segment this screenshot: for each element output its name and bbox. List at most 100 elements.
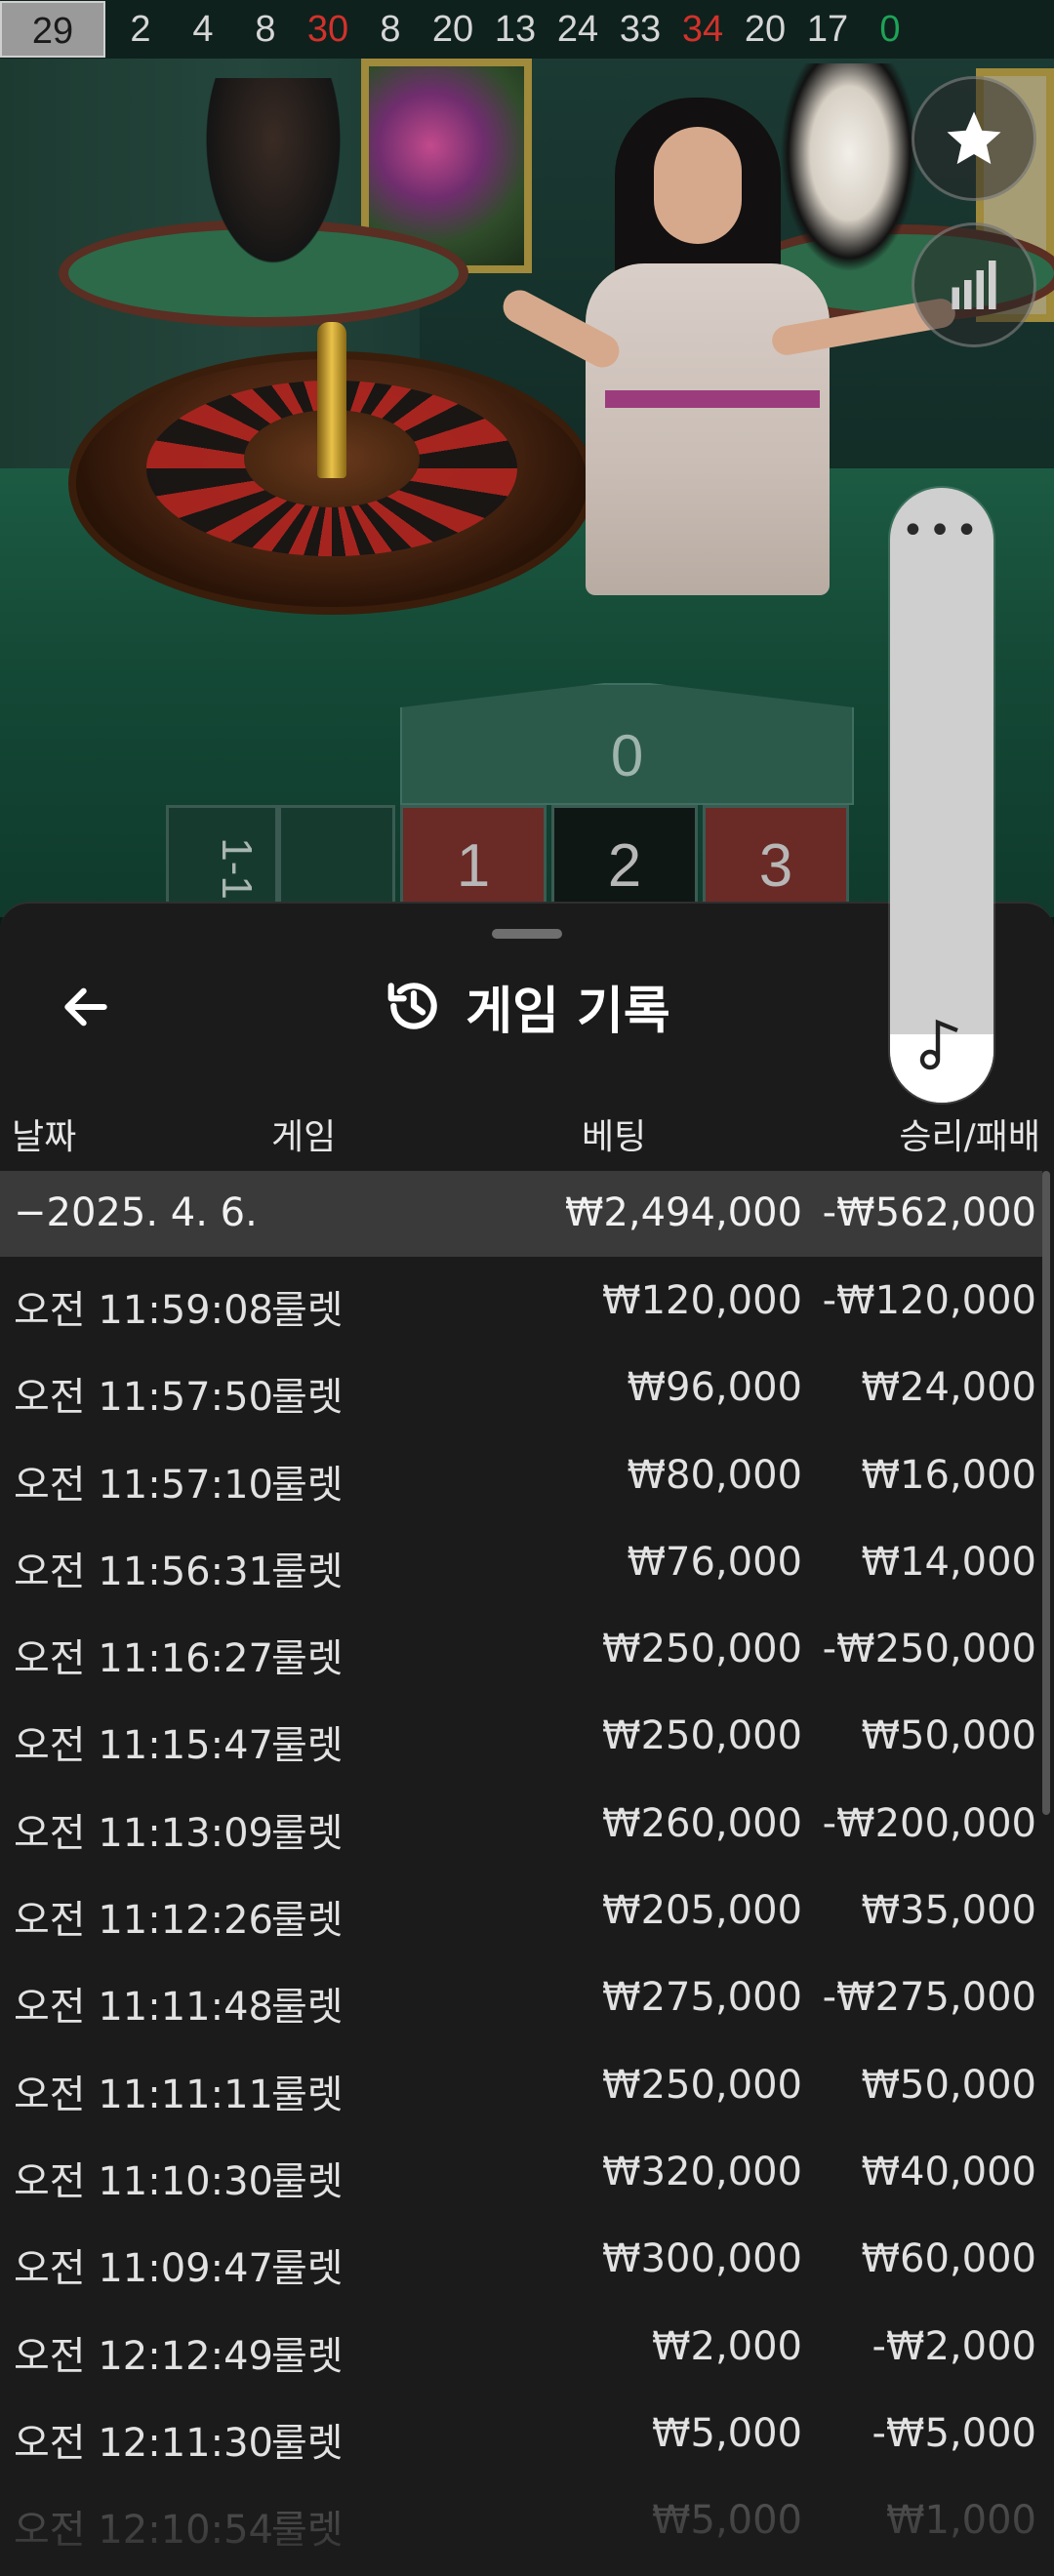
dealer-face bbox=[654, 127, 742, 244]
column-header-bet: 베팅 bbox=[582, 1117, 647, 1157]
column-header-win-loss: 승리/패배 bbox=[899, 1117, 1040, 1157]
history-row-win-loss: ₩24,000 bbox=[861, 1365, 1036, 1411]
music-note-icon bbox=[919, 1019, 958, 1070]
date-group-date: −2025. 4. 6. bbox=[14, 1190, 258, 1235]
history-row-win-loss: -₩2,000 bbox=[872, 2323, 1037, 2369]
history-row[interactable]: 오전 11:13:09 룰렛 ₩260,000 -₩200,000 bbox=[0, 1784, 1042, 1871]
history-row[interactable]: 오전 11:12:26 룰렛 ₩205,000 ₩35,000 bbox=[0, 1871, 1042, 1957]
history-row[interactable]: 오전 12:12:49 룰렛 ₩2,000 -₩2,000 bbox=[0, 2307, 1042, 2394]
date-group-win-loss-total: -₩562,000 bbox=[822, 1190, 1036, 1235]
result-number: 29 bbox=[0, 1, 105, 58]
date-group-row[interactable]: −2025. 4. 6. ₩2,494,000 -₩562,000 bbox=[0, 1171, 1042, 1257]
history-row-game: 룰렛 bbox=[271, 2508, 344, 2554]
history-row-game: 룰렛 bbox=[271, 2072, 344, 2117]
history-scrollbar[interactable] bbox=[1042, 1171, 1050, 1815]
result-number: 8 bbox=[255, 8, 276, 50]
history-row-win-loss: ₩14,000 bbox=[861, 1539, 1036, 1585]
history-row-win-loss: -₩275,000 bbox=[822, 1975, 1036, 2021]
history-row-bet: ₩205,000 bbox=[602, 1888, 802, 1934]
history-row[interactable]: 오전 12:10:54 룰렛 ₩5,000 ₩1,000 bbox=[0, 2480, 1042, 2567]
history-row[interactable]: 오전 11:56:31 룰렛 ₩76,000 ₩14,000 bbox=[0, 1522, 1042, 1609]
history-row-bet: ₩250,000 bbox=[602, 1627, 802, 1672]
history-row-time: 오전 12:12:49 bbox=[14, 2333, 273, 2379]
history-row-bet: ₩250,000 bbox=[602, 2062, 802, 2108]
history-row-win-loss: ₩50,000 bbox=[861, 2062, 1036, 2108]
history-row-game: 룰렛 bbox=[271, 2333, 344, 2379]
favorite-button[interactable] bbox=[912, 76, 1036, 201]
history-row-game: 룰렛 bbox=[271, 2420, 344, 2466]
history-row-win-loss: -₩120,000 bbox=[822, 1278, 1036, 1323]
history-row-game: 룰렛 bbox=[271, 1898, 344, 1944]
history-row-bet: ₩96,000 bbox=[627, 1365, 802, 1411]
history-row-time: 오전 11:11:11 bbox=[14, 2072, 273, 2117]
history-row-game: 룰렛 bbox=[271, 1810, 344, 1856]
history-row-win-loss: ₩60,000 bbox=[861, 2236, 1036, 2282]
history-row-game: 룰렛 bbox=[271, 1985, 344, 2031]
betting-board: 0 1-1 1 2 3 bbox=[166, 644, 859, 917]
history-row-bet: ₩320,000 bbox=[602, 2149, 802, 2194]
history-row-bet: ₩80,000 bbox=[627, 1452, 802, 1498]
history-row-time: 오전 11:15:47 bbox=[14, 1723, 273, 1769]
result-number: 8 bbox=[380, 8, 401, 50]
history-row-game: 룰렛 bbox=[271, 1288, 344, 1333]
history-row-game: 룰렛 bbox=[271, 1723, 344, 1769]
history-row-game: 룰렛 bbox=[271, 1375, 344, 1421]
bet-cell-2[interactable]: 2 bbox=[551, 805, 698, 917]
history-row-win-loss: -₩5,000 bbox=[872, 2410, 1037, 2456]
history-row-game: 룰렛 bbox=[271, 1462, 344, 1508]
history-row[interactable]: 오전 11:11:11 룰렛 ₩250,000 ₩50,000 bbox=[0, 2045, 1042, 2132]
more-dots-icon[interactable]: ••• bbox=[890, 511, 993, 550]
statistics-button[interactable] bbox=[912, 222, 1036, 347]
history-row-game: 룰렛 bbox=[271, 2158, 344, 2204]
history-row[interactable]: 오전 11:59:08 룰렛 ₩120,000 -₩120,000 bbox=[0, 1261, 1042, 1348]
history-row-time: 오전 11:09:47 bbox=[14, 2246, 273, 2292]
result-number: 24 bbox=[556, 8, 599, 50]
history-row-time: 오전 11:10:30 bbox=[14, 2158, 273, 2204]
history-row[interactable]: 오전 11:57:10 룰렛 ₩80,000 ₩16,000 bbox=[0, 1435, 1042, 1522]
history-row[interactable]: 오전 11:16:27 룰렛 ₩250,000 -₩250,000 bbox=[0, 1609, 1042, 1696]
history-row-time: 오전 11:16:27 bbox=[14, 1636, 273, 1682]
result-number: 17 bbox=[806, 8, 849, 50]
history-row-time: 오전 11:57:10 bbox=[14, 1462, 273, 1508]
star-icon bbox=[947, 111, 1001, 165]
result-number: 20 bbox=[431, 8, 474, 50]
history-table-header: 날짜 게임 베팅 승리/패배 bbox=[0, 1099, 1054, 1161]
history-row[interactable]: 오전 11:15:47 룰렛 ₩250,000 ₩50,000 bbox=[0, 1696, 1042, 1783]
history-row-bet: ₩250,000 bbox=[602, 1713, 802, 1759]
history-row[interactable]: 오전 11:10:30 룰렛 ₩320,000 ₩40,000 bbox=[0, 2132, 1042, 2219]
history-row-bet: ₩5,000 bbox=[651, 2410, 802, 2456]
result-number: 0 bbox=[879, 8, 901, 50]
side-menu-panel[interactable]: ••• bbox=[890, 488, 993, 1103]
date-group-bet-total: ₩2,494,000 bbox=[564, 1190, 802, 1235]
sheet-drag-handle[interactable] bbox=[492, 929, 562, 939]
bet-cell-side-area[interactable] bbox=[278, 805, 395, 917]
result-number: 4 bbox=[192, 8, 214, 50]
result-number: 13 bbox=[494, 8, 537, 50]
recent-results-strip: 29 2 4 8 30 8 20 13 24 33 34 20 17 0 bbox=[0, 0, 1054, 59]
column-header-game: 게임 bbox=[271, 1117, 337, 1157]
history-row-time: 오전 11:57:50 bbox=[14, 1375, 273, 1421]
bet-cell-side-label: 1-1 bbox=[212, 837, 261, 900]
history-row[interactable]: 오전 11:09:47 룰렛 ₩300,000 ₩60,000 bbox=[0, 2219, 1042, 2306]
history-row-time: 오전 11:56:31 bbox=[14, 1549, 273, 1594]
column-header-date: 날짜 bbox=[12, 1117, 77, 1157]
history-row[interactable]: 오전 11:57:50 룰렛 ₩96,000 ₩24,000 bbox=[0, 1348, 1042, 1434]
result-number: 30 bbox=[306, 8, 349, 50]
result-number: 20 bbox=[744, 8, 787, 50]
history-row-time: 오전 11:59:08 bbox=[14, 1288, 273, 1333]
history-row-bet: ₩300,000 bbox=[602, 2236, 802, 2282]
bet-cell-zero-label: 0 bbox=[610, 723, 644, 788]
history-row-bet: ₩260,000 bbox=[602, 1800, 802, 1846]
dealer-belt bbox=[605, 390, 820, 408]
history-row-win-loss: ₩16,000 bbox=[861, 1452, 1036, 1498]
roulette-wheel-spindle bbox=[317, 322, 346, 478]
bet-cell-1[interactable]: 1 bbox=[400, 805, 547, 917]
history-row[interactable]: 오전 12:11:30 룰렛 ₩5,000 -₩5,000 bbox=[0, 2394, 1042, 2480]
history-row-win-loss: ₩1,000 bbox=[885, 2498, 1036, 2544]
bet-cell-3[interactable]: 3 bbox=[703, 805, 849, 917]
sound-button[interactable] bbox=[890, 1017, 993, 1071]
history-row-win-loss: -₩250,000 bbox=[822, 1627, 1036, 1672]
history-row-time: 오전 11:13:09 bbox=[14, 1810, 273, 1856]
history-row[interactable]: 오전 11:11:48 룰렛 ₩275,000 -₩275,000 bbox=[0, 1957, 1042, 2044]
background-dealer-left bbox=[195, 78, 351, 283]
